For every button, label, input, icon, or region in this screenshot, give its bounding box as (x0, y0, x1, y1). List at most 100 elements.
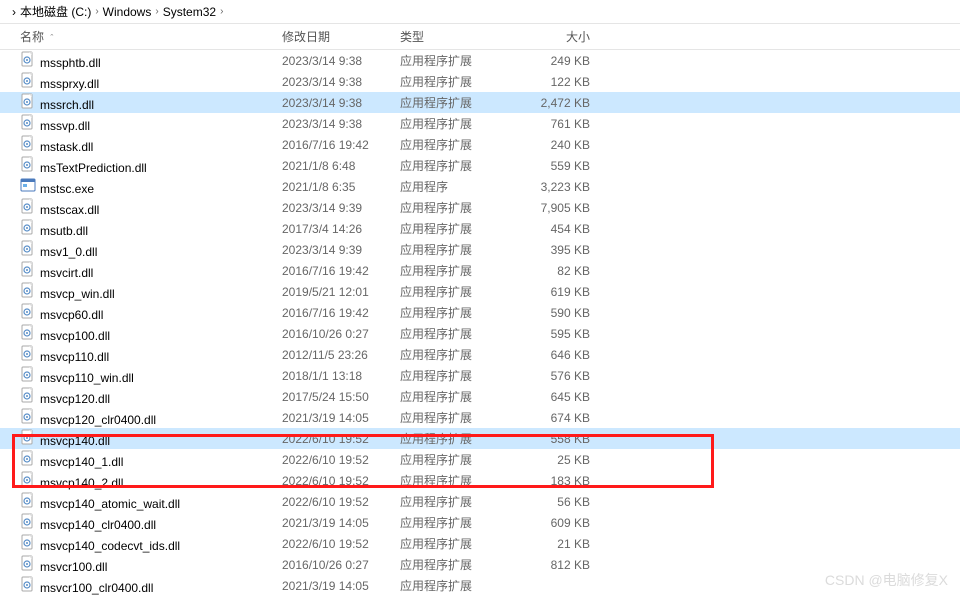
file-size-cell: 2,472 KB (520, 96, 610, 110)
file-name-label: mssphtb.dll (40, 56, 101, 70)
file-row[interactable]: msvcp120.dll2017/5/24 15:50应用程序扩展645 KB (0, 386, 960, 407)
file-type-cell: 应用程序扩展 (400, 241, 520, 258)
file-type-cell: 应用程序扩展 (400, 199, 520, 216)
file-date-cell: 2019/5/21 12:01 (282, 285, 400, 299)
file-name-label: msvcp140_2.dll (40, 476, 123, 490)
file-name-label: msTextPrediction.dll (40, 161, 147, 175)
column-header-name[interactable]: 名称 ˆ (20, 28, 282, 45)
file-row[interactable]: msvcp140.dll2022/6/10 19:52应用程序扩展558 KB (0, 428, 960, 449)
file-row[interactable]: msvcp140_clr0400.dll2021/3/19 14:05应用程序扩… (0, 512, 960, 533)
file-row[interactable]: msvcp140_atomic_wait.dll2022/6/10 19:52应… (0, 491, 960, 512)
crumb-system32[interactable]: System32 (163, 5, 216, 19)
file-name-label: msvcr100_clr0400.dll (40, 581, 153, 595)
file-name-cell: mssphtb.dll (20, 51, 282, 70)
file-row[interactable]: msvcp110.dll2012/11/5 23:26应用程序扩展646 KB (0, 344, 960, 365)
file-row[interactable]: msvcp110_win.dll2018/1/1 13:18应用程序扩展576 … (0, 365, 960, 386)
file-name-label: msvcp120_clr0400.dll (40, 413, 156, 427)
crumb-sep: › (95, 6, 98, 17)
crumb-drive[interactable]: 本地磁盘 (C:) (20, 3, 91, 20)
file-type-cell: 应用程序扩展 (400, 115, 520, 132)
file-name-cell: msvcp_win.dll (20, 282, 282, 301)
file-name-label: msvcp120.dll (40, 392, 110, 406)
file-row[interactable]: msvcr100_clr0400.dll2021/3/19 14:05应用程序扩… (0, 575, 960, 596)
file-date-cell: 2023/3/14 9:39 (282, 243, 400, 257)
dll-icon (20, 534, 36, 550)
file-name-label: msvcp110_win.dll (40, 371, 134, 385)
file-row[interactable]: msutb.dll2017/3/4 14:26应用程序扩展454 KB (0, 218, 960, 239)
file-row[interactable]: msvcirt.dll2016/7/16 19:42应用程序扩展82 KB (0, 260, 960, 281)
file-date-cell: 2016/7/16 19:42 (282, 306, 400, 320)
file-name-cell: msvcp110_win.dll (20, 366, 282, 385)
file-name-cell: msvcp120.dll (20, 387, 282, 406)
file-name-label: msutb.dll (40, 224, 88, 238)
sort-ascending-icon: ˆ (50, 33, 53, 43)
file-date-cell: 2022/6/10 19:52 (282, 495, 400, 509)
column-header-type[interactable]: 类型 (400, 28, 520, 45)
dll-icon (20, 198, 36, 214)
dll-icon (20, 114, 36, 130)
file-name-label: mssrch.dll (40, 98, 94, 112)
file-size-cell: 595 KB (520, 327, 610, 341)
file-name-label: msvcp100.dll (40, 329, 110, 343)
file-name-cell: msvcp140_1.dll (20, 450, 282, 469)
file-type-cell: 应用程序扩展 (400, 493, 520, 510)
file-type-cell: 应用程序扩展 (400, 325, 520, 342)
file-row[interactable]: mstsc.exe2021/1/8 6:35应用程序3,223 KB (0, 176, 960, 197)
file-row[interactable]: msTextPrediction.dll2021/1/8 6:48应用程序扩展5… (0, 155, 960, 176)
file-type-cell: 应用程序扩展 (400, 220, 520, 237)
file-name-cell: msvcp60.dll (20, 303, 282, 322)
dll-icon (20, 324, 36, 340)
dll-icon (20, 471, 36, 487)
dll-icon (20, 156, 36, 172)
breadcrumb[interactable]: › 本地磁盘 (C:) › Windows › System32 › (0, 0, 960, 24)
column-header-size[interactable]: 大小 (520, 28, 610, 45)
file-date-cell: 2023/3/14 9:39 (282, 201, 400, 215)
file-type-cell: 应用程序扩展 (400, 535, 520, 552)
file-name-cell: msutb.dll (20, 219, 282, 238)
file-date-cell: 2021/3/19 14:05 (282, 411, 400, 425)
file-size-cell: 454 KB (520, 222, 610, 236)
file-name-label: mssprxy.dll (40, 77, 99, 91)
file-date-cell: 2022/6/10 19:52 (282, 474, 400, 488)
file-row[interactable]: msvcp100.dll2016/10/26 0:27应用程序扩展595 KB (0, 323, 960, 344)
file-name-label: msvcirt.dll (40, 266, 93, 280)
file-row[interactable]: mssprxy.dll2023/3/14 9:38应用程序扩展122 KB (0, 71, 960, 92)
file-row[interactable]: msvcp140_2.dll2022/6/10 19:52应用程序扩展183 K… (0, 470, 960, 491)
file-row[interactable]: msvcp140_codecvt_ids.dll2022/6/10 19:52应… (0, 533, 960, 554)
file-row[interactable]: msvcp120_clr0400.dll2021/3/19 14:05应用程序扩… (0, 407, 960, 428)
file-row[interactable]: msvcp140_1.dll2022/6/10 19:52应用程序扩展25 KB (0, 449, 960, 470)
file-list[interactable]: mssphtb.dll2023/3/14 9:38应用程序扩展249 KBmss… (0, 50, 960, 596)
file-row[interactable]: msvcp60.dll2016/7/16 19:42应用程序扩展590 KB (0, 302, 960, 323)
file-row[interactable]: mssvp.dll2023/3/14 9:38应用程序扩展761 KB (0, 113, 960, 134)
file-name-cell: msvcr100_clr0400.dll (20, 576, 282, 595)
dll-icon (20, 429, 36, 445)
column-header-date[interactable]: 修改日期 (282, 28, 400, 45)
file-row[interactable]: mssrch.dll2023/3/14 9:38应用程序扩展2,472 KB (0, 92, 960, 113)
file-row[interactable]: mstask.dll2016/7/16 19:42应用程序扩展240 KB (0, 134, 960, 155)
file-type-cell: 应用程序扩展 (400, 262, 520, 279)
file-row[interactable]: msvcr100.dll2016/10/26 0:27应用程序扩展812 KB (0, 554, 960, 575)
file-row[interactable]: msv1_0.dll2023/3/14 9:39应用程序扩展395 KB (0, 239, 960, 260)
crumb-windows[interactable]: Windows (103, 5, 152, 19)
dll-icon (20, 366, 36, 382)
column-header-name-label: 名称 (20, 30, 44, 44)
file-date-cell: 2021/3/19 14:05 (282, 516, 400, 530)
file-name-label: msvcp140.dll (40, 434, 110, 448)
file-name-label: msvcp110.dll (40, 350, 109, 364)
dll-icon (20, 51, 36, 67)
dll-icon (20, 135, 36, 151)
file-row[interactable]: mssphtb.dll2023/3/14 9:38应用程序扩展249 KB (0, 50, 960, 71)
file-name-label: mstsc.exe (40, 182, 94, 196)
file-name-cell: mssrch.dll (20, 93, 282, 112)
file-name-cell: msTextPrediction.dll (20, 156, 282, 175)
file-size-cell: 559 KB (520, 159, 610, 173)
file-row[interactable]: mstscax.dll2023/3/14 9:39应用程序扩展7,905 KB (0, 197, 960, 218)
file-size-cell: 674 KB (520, 411, 610, 425)
file-type-cell: 应用程序扩展 (400, 283, 520, 300)
file-name-label: msvcp140_codecvt_ids.dll (40, 539, 180, 553)
file-size-cell: 558 KB (520, 432, 610, 446)
file-name-label: msvcp_win.dll (40, 287, 115, 301)
file-type-cell: 应用程序扩展 (400, 514, 520, 531)
file-row[interactable]: msvcp_win.dll2019/5/21 12:01应用程序扩展619 KB (0, 281, 960, 302)
file-type-cell: 应用程序扩展 (400, 136, 520, 153)
